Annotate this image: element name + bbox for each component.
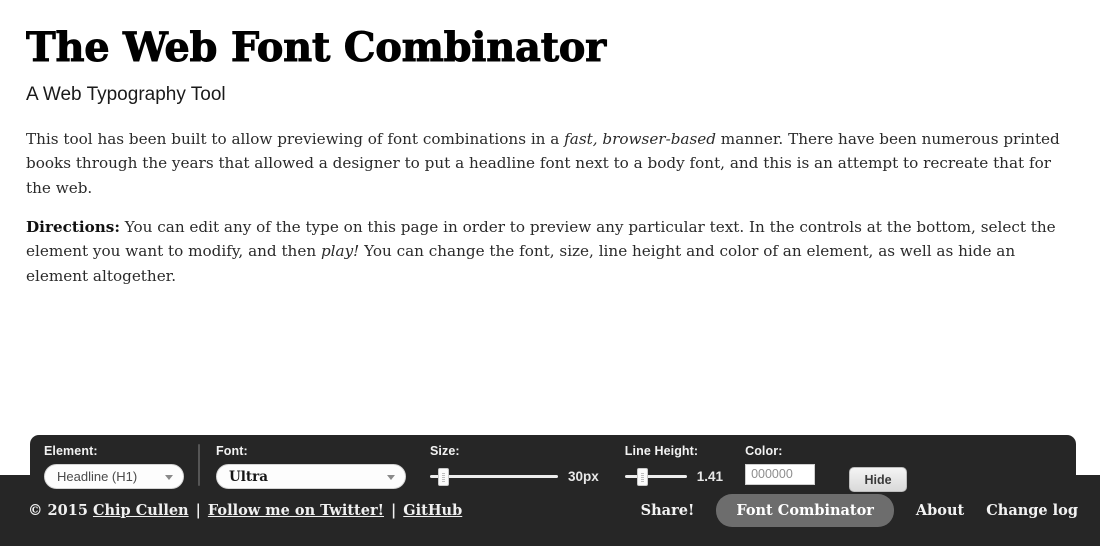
nav-item-change-log[interactable]: Change log <box>986 502 1078 519</box>
footer-separator-1: | <box>195 502 201 519</box>
intro-paragraph[interactable]: This tool has been built to allow previe… <box>26 127 1078 201</box>
directions-emphasis: play! <box>320 242 360 261</box>
nav-item-about[interactable]: About <box>916 502 964 519</box>
author-link[interactable]: Chip Cullen <box>93 502 189 519</box>
element-label: Element: <box>44 444 98 458</box>
main-content: The Web Font Combinator A Web Typography… <box>0 0 1100 289</box>
directions-paragraph[interactable]: Directions: You can edit any of the type… <box>26 215 1078 289</box>
github-link[interactable]: GitHub <box>403 502 462 519</box>
copyright-prefix: © 2015 <box>28 502 93 519</box>
footer-nav: Share! Font Combinator About Change log <box>641 494 1078 527</box>
page-title[interactable]: The Web Font Combinator <box>26 25 1078 70</box>
intro-emphasis: fast, browser-based <box>564 129 716 148</box>
font-label: Font: <box>216 444 248 458</box>
footer-content: © 2015 Chip Cullen | Follow me on Twitter!… <box>0 475 1100 546</box>
nav-item-font-combinator[interactable]: Font Combinator <box>716 494 894 527</box>
line-height-label: Line Height: <box>624 444 699 458</box>
footer-zone: Element: Headline (H1) Font: Ultra Size: <box>0 435 1100 546</box>
nav-item-share[interactable]: Share! <box>641 502 695 519</box>
copyright: © 2015 Chip Cullen | Follow me on Twitter!… <box>28 502 462 519</box>
page-subtitle[interactable]: A Web Typography Tool <box>26 84 1078 107</box>
size-label: Size: <box>430 444 460 458</box>
directions-label: Directions: <box>26 217 120 236</box>
intro-text-1: This tool has been built to allow previe… <box>26 129 565 148</box>
footer-separator-2: | <box>390 502 397 519</box>
twitter-link[interactable]: Follow me on Twitter! <box>208 502 384 519</box>
color-label: Color: <box>745 444 783 458</box>
